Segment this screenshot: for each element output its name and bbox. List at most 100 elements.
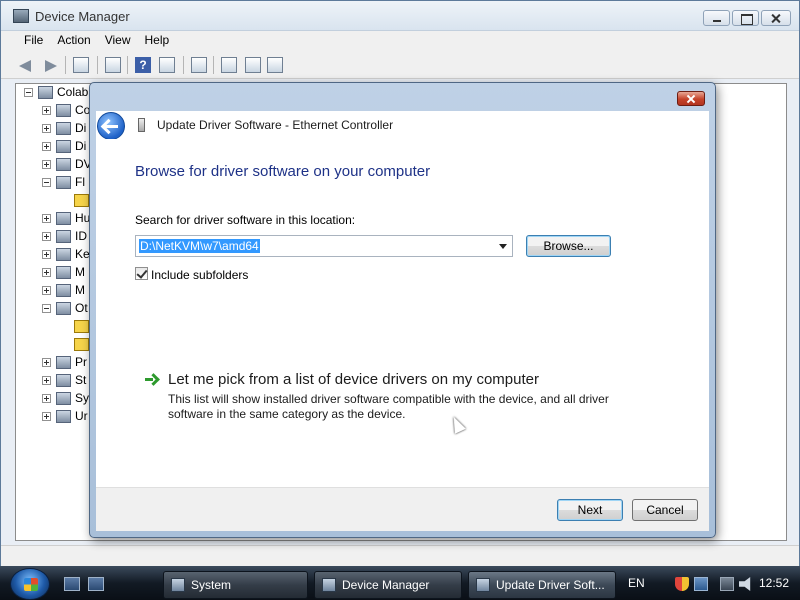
- taskbar-item-system[interactable]: System: [163, 571, 308, 599]
- tree-root[interactable]: Colab: [24, 84, 88, 100]
- show-desktop-icon[interactable]: [64, 577, 80, 591]
- display-adapter-icon: [56, 139, 71, 153]
- forward-arrow-icon[interactable]: [41, 56, 59, 74]
- device-icon: [476, 578, 490, 592]
- taskbar-item-update-driver[interactable]: Update Driver Soft...: [468, 571, 616, 599]
- security-shield-icon[interactable]: [675, 577, 689, 591]
- tree-item[interactable]: Fl: [42, 174, 85, 190]
- system-icon: [171, 578, 185, 592]
- mouse-icon: [56, 265, 71, 279]
- expand-icon[interactable]: [42, 411, 51, 421]
- tree-item[interactable]: ID: [42, 228, 87, 244]
- expand-icon[interactable]: [42, 159, 51, 169]
- clock[interactable]: 12:52: [759, 576, 789, 590]
- collapse-icon[interactable]: [42, 177, 51, 187]
- disk-drive-icon: [56, 121, 71, 135]
- driver-path-combobox[interactable]: D:\NetKVM\w7\amd64: [135, 235, 513, 257]
- search-location-label: Search for driver software in this locat…: [135, 213, 356, 227]
- warning-device-icon: [74, 337, 89, 351]
- floppy-icon: [56, 175, 71, 189]
- expand-icon[interactable]: [42, 213, 51, 223]
- tree-item-label: Ot: [75, 301, 88, 315]
- expand-icon[interactable]: [42, 357, 51, 367]
- include-subfolders-checkbox[interactable]: [135, 267, 148, 280]
- network-icon[interactable]: [694, 577, 708, 591]
- toolbar-separator: [213, 56, 214, 74]
- title-bar[interactable]: Device Manager: [1, 1, 799, 31]
- show-hide-tree-icon[interactable]: [73, 57, 89, 73]
- scan-hardware-icon[interactable]: [191, 57, 207, 73]
- browse-button[interactable]: Browse...: [526, 235, 611, 257]
- hid-icon: [56, 211, 71, 225]
- tree-item[interactable]: M: [42, 264, 85, 280]
- start-button[interactable]: [10, 568, 50, 600]
- tree-item[interactable]: Ke: [42, 246, 90, 262]
- expand-icon[interactable]: [42, 267, 51, 277]
- taskbar-item-label: Device Manager: [342, 578, 430, 592]
- menu-file[interactable]: File: [17, 31, 50, 51]
- update-driver-icon[interactable]: [221, 57, 237, 73]
- language-indicator[interactable]: EN: [628, 576, 645, 590]
- next-button[interactable]: Next: [557, 499, 623, 521]
- tree-item-label: ID: [75, 229, 87, 243]
- menu-help[interactable]: Help: [138, 31, 177, 51]
- update-driver-dialog: Update Driver Software - Ethernet Contro…: [89, 82, 716, 538]
- expand-icon[interactable]: [42, 105, 51, 115]
- cancel-button[interactable]: Cancel: [632, 499, 698, 521]
- tree-item[interactable]: Di: [42, 120, 86, 136]
- expand-icon[interactable]: [42, 375, 51, 385]
- tree-item[interactable]: Ot: [42, 300, 88, 316]
- expand-icon[interactable]: [42, 393, 51, 403]
- tree-item-label: Sy: [75, 391, 90, 405]
- back-arrow-icon[interactable]: [17, 56, 35, 74]
- tree-item[interactable]: M: [42, 282, 85, 298]
- back-button[interactable]: [97, 112, 125, 140]
- menu-view[interactable]: View: [98, 31, 138, 51]
- processor-icon: [56, 355, 71, 369]
- dialog-content: [96, 139, 709, 531]
- menu-action[interactable]: Action: [50, 31, 97, 51]
- tree-item[interactable]: DV: [42, 156, 92, 172]
- ide-controller-icon: [56, 229, 71, 243]
- view-icon[interactable]: [159, 57, 175, 73]
- expand-icon[interactable]: [42, 141, 51, 151]
- warning-device-icon: [74, 319, 89, 333]
- device-manager-icon: [13, 9, 29, 23]
- help-icon[interactable]: ?: [135, 57, 151, 73]
- tree-item-label: Pr: [75, 355, 87, 369]
- dialog-close-button[interactable]: [677, 91, 705, 106]
- disable-icon[interactable]: [267, 57, 283, 73]
- tree-item[interactable]: St: [42, 372, 86, 388]
- toolbar-separator: [65, 56, 66, 74]
- action-center-icon[interactable]: [720, 577, 734, 591]
- tree-item-label: M: [75, 265, 85, 279]
- green-arrow-icon: [145, 373, 157, 385]
- expand-icon[interactable]: [42, 123, 51, 133]
- uninstall-icon[interactable]: [245, 57, 261, 73]
- expand-icon[interactable]: [42, 231, 51, 241]
- device-manager-icon: [322, 578, 336, 592]
- tree-item[interactable]: Di: [42, 138, 86, 154]
- tree-item[interactable]: Hu: [42, 210, 90, 226]
- dropdown-arrow-icon[interactable]: [499, 244, 507, 249]
- expand-icon[interactable]: [42, 285, 51, 295]
- maximize-button[interactable]: [732, 10, 759, 26]
- switch-windows-icon[interactable]: [88, 577, 104, 591]
- tree-item[interactable]: Co: [42, 102, 90, 118]
- tree-item[interactable]: Pr: [42, 354, 87, 370]
- expand-icon[interactable]: [42, 249, 51, 259]
- tree-item[interactable]: Ur: [42, 408, 88, 424]
- taskbar-item-label: System: [191, 578, 232, 592]
- taskbar-item-device-manager[interactable]: Device Manager: [314, 571, 462, 599]
- tree-item[interactable]: Sy: [42, 390, 89, 406]
- pick-from-list-link[interactable]: Let me pick from a list of device driver…: [168, 371, 539, 388]
- include-subfolders-label[interactable]: Include subfolders: [151, 268, 248, 282]
- status-bar: [1, 545, 799, 566]
- collapse-icon[interactable]: [24, 87, 33, 97]
- collapse-icon[interactable]: [42, 303, 51, 313]
- minimize-button[interactable]: [703, 10, 730, 26]
- close-button[interactable]: [761, 10, 791, 26]
- properties-icon[interactable]: [105, 57, 121, 73]
- window-title: Device Manager: [35, 9, 130, 24]
- driver-path-value[interactable]: D:\NetKVM\w7\amd64: [139, 239, 260, 253]
